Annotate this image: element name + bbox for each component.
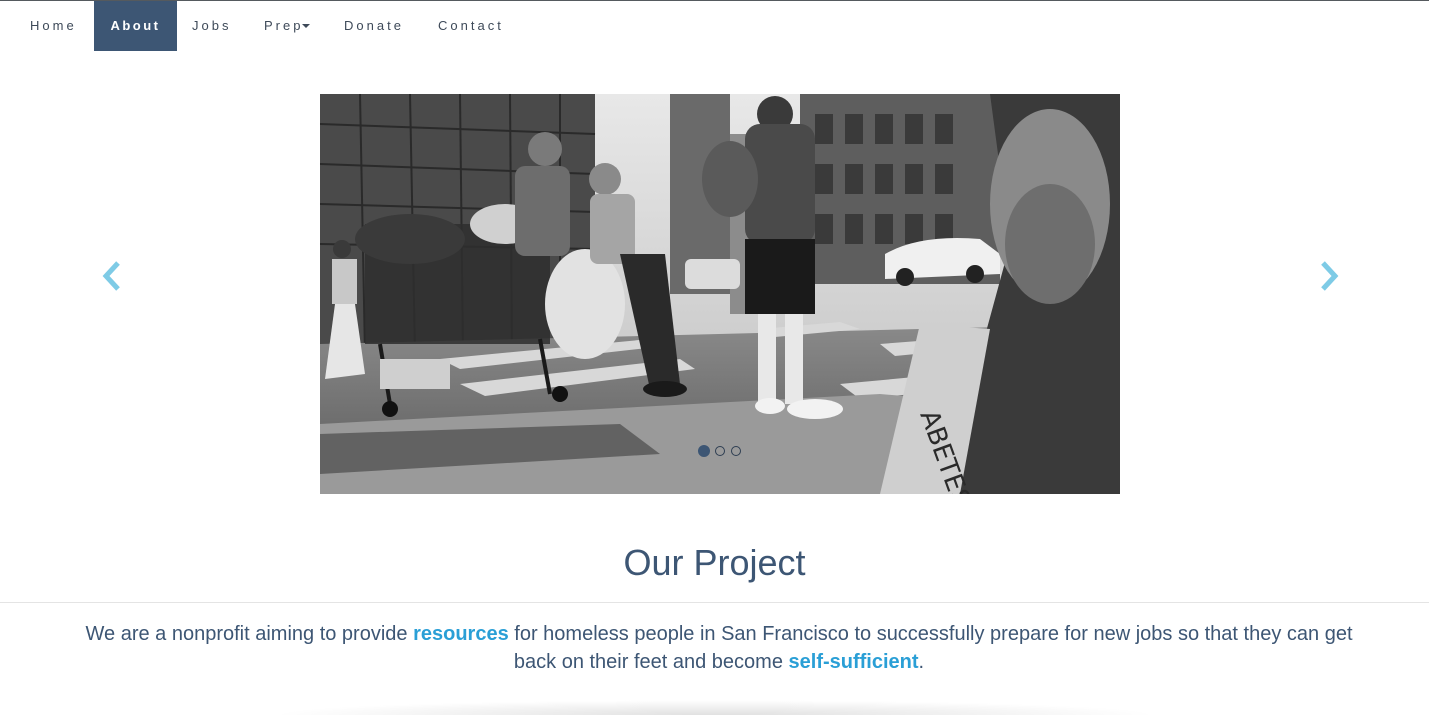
chevron-right-icon [1321, 261, 1339, 291]
card-shadow [270, 700, 1160, 715]
carousel-indicators [0, 445, 1429, 458]
description-text-2: for homeless people in San Francisco to … [508, 623, 1353, 673]
description-text-3: . [918, 651, 925, 673]
highlight-self-sufficient: self-sufficient [788, 651, 919, 673]
nav-contact[interactable]: Contact [438, 1, 504, 51]
nav-about[interactable]: About [94, 1, 177, 51]
navbar: Home About Jobs Prep Donate Contact [0, 1, 1429, 51]
nav-prep-dropdown[interactable]: Prep [264, 1, 311, 51]
chevron-left-icon [102, 261, 120, 291]
nav-home[interactable]: Home [30, 1, 77, 51]
carousel-prev-button[interactable] [100, 260, 124, 292]
highlight-resources: resources [413, 623, 509, 645]
description-text-1: We are a nonprofit aiming to provide [85, 623, 414, 645]
nav-prep-label: Prep [264, 18, 304, 33]
carousel-slide-image: ABETES [320, 94, 1120, 494]
project-description: We are a nonprofit aiming to provide res… [84, 620, 1354, 676]
carousel-next-button[interactable] [1317, 260, 1341, 292]
caret-down-icon [302, 23, 311, 28]
nav-jobs[interactable]: Jobs [192, 1, 231, 51]
street-photo: ABETES [320, 94, 1120, 494]
nav-donate[interactable]: Donate [344, 1, 404, 51]
section-divider [0, 602, 1429, 603]
carousel-indicator-2[interactable] [715, 446, 725, 456]
carousel-indicator-1[interactable] [698, 445, 710, 457]
section-title: Our Project [623, 542, 806, 583]
carousel-indicator-3[interactable] [731, 446, 741, 456]
